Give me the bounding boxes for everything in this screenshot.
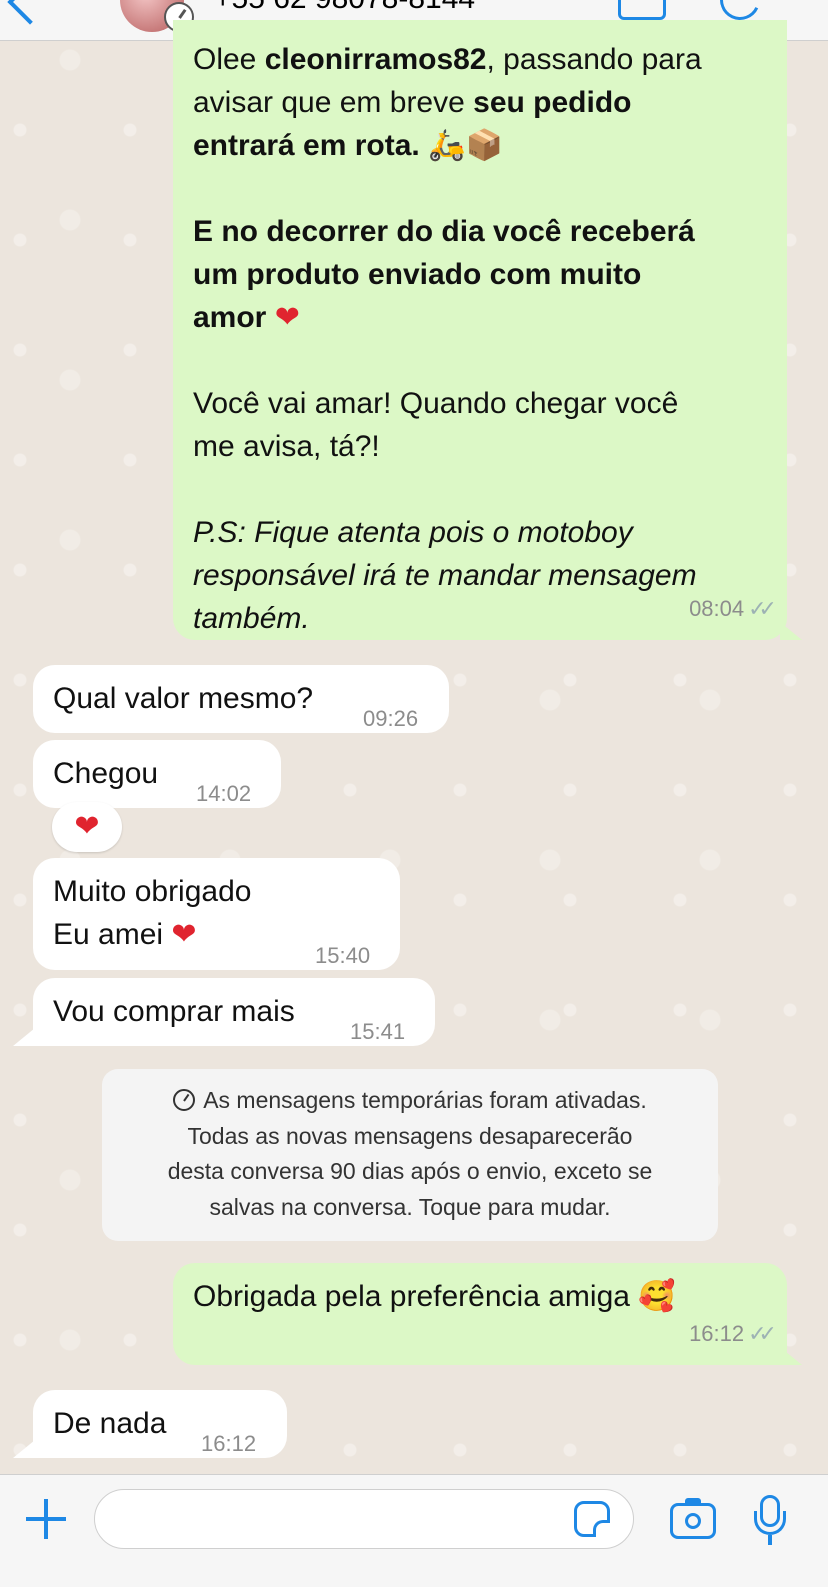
chevron-left-icon[interactable]: [7, 0, 53, 25]
message-reaction[interactable]: ❤: [52, 802, 122, 852]
message-bubble-outgoing[interactable]: Olee cleonirramos82, passando para avisa…: [173, 20, 787, 640]
heart-emoji: ❤: [171, 917, 197, 952]
scooter-package-emoji: 🛵📦: [428, 128, 503, 163]
bubble-tail: [13, 1028, 35, 1046]
camera-icon[interactable]: [670, 1498, 716, 1539]
message-bubble-incoming[interactable]: De nada 16:12: [33, 1390, 287, 1458]
message-line: avisar que em breve seu pedido: [193, 86, 632, 119]
read-receipt-icon: ✓✓: [748, 596, 777, 621]
message-bubble-incoming[interactable]: Chegou 14:02: [33, 740, 281, 808]
message-line: Eu amei ❤: [53, 917, 197, 952]
contact-name[interactable]: +55 62 98078-8144: [214, 0, 475, 16]
message-bubble-outgoing[interactable]: Obrigada pela preferência amiga 🥰 16:12 ✓…: [173, 1263, 787, 1365]
message-line: responsável irá te mandar mensagem: [193, 559, 697, 592]
message-text: Chegou: [53, 757, 159, 790]
message-time: 16:12 ✓✓: [689, 1312, 777, 1355]
sticker-icon[interactable]: [574, 1501, 610, 1537]
notice-line: Todas as novas mensagens desaparecerão: [187, 1122, 633, 1149]
mic-stem: [768, 1535, 772, 1545]
message-line: Muito obrigado: [53, 875, 252, 908]
message-time: 08:04 ✓✓: [689, 587, 777, 630]
message-text: De nada: [53, 1407, 167, 1440]
read-receipt-icon: ✓✓: [748, 1321, 777, 1346]
message-time: 15:40: [315, 943, 371, 968]
message-line: P.S: Fique atenta pois o motoboy: [193, 516, 633, 549]
heart-emoji: ❤: [274, 300, 300, 335]
message-line: Você vai amar! Quando chegar você: [193, 387, 679, 420]
message-text: Obrigada pela preferência amiga: [193, 1280, 630, 1313]
message-line: amor ❤: [193, 300, 300, 335]
smiling-face-hearts-emoji: 🥰: [638, 1279, 676, 1314]
message-line: me avisa, tá?!: [193, 430, 380, 463]
message-line: Olee cleonirramos82, passando para: [193, 43, 702, 76]
message-line: Obrigada pela preferência amiga 🥰: [193, 1275, 676, 1318]
bubble-tail: [780, 622, 802, 640]
message-bubble-incoming[interactable]: Vou comprar mais 15:41: [33, 978, 435, 1046]
message-bubble-incoming[interactable]: Muito obrigado Eu amei ❤ 15:40: [33, 858, 400, 970]
message-time: 16:12: [201, 1431, 257, 1456]
microphone-icon[interactable]: [754, 1495, 786, 1547]
message-text: Vou comprar mais: [53, 995, 295, 1028]
compose-bar: [0, 1474, 828, 1587]
disappearing-messages-notice[interactable]: As mensagens temporárias foram ativadas.…: [102, 1069, 718, 1241]
bubble-tail: [780, 1347, 802, 1365]
message-bubble-incoming[interactable]: Qual valor mesmo? 09:26: [33, 665, 449, 733]
message-line: um produto enviado com muito: [193, 258, 642, 291]
message-line: também.: [193, 602, 310, 635]
mic-cup: [754, 1511, 786, 1535]
message-time: 15:41: [350, 1019, 406, 1044]
message-time: 14:02: [196, 781, 252, 806]
notice-line: desta conversa 90 dias após o envio, exc…: [167, 1158, 653, 1184]
video-call-icon[interactable]: [618, 0, 666, 20]
notice-line: salvas na conversa. Toque para mudar.: [209, 1193, 611, 1220]
notice-line: As mensagens temporárias foram ativadas.: [122, 1083, 698, 1119]
bubble-tail: [13, 1440, 35, 1458]
message-input[interactable]: [94, 1489, 634, 1549]
heart-emoji: ❤: [74, 809, 100, 844]
message-time: 09:26: [363, 706, 419, 731]
plus-icon[interactable]: [26, 1499, 66, 1539]
message-line: entrará em rota. 🛵📦: [193, 128, 503, 163]
message-text: Qual valor mesmo?: [53, 682, 314, 715]
timer-icon: [173, 1089, 196, 1111]
message-line: E no decorrer do dia você receberá: [193, 215, 695, 248]
